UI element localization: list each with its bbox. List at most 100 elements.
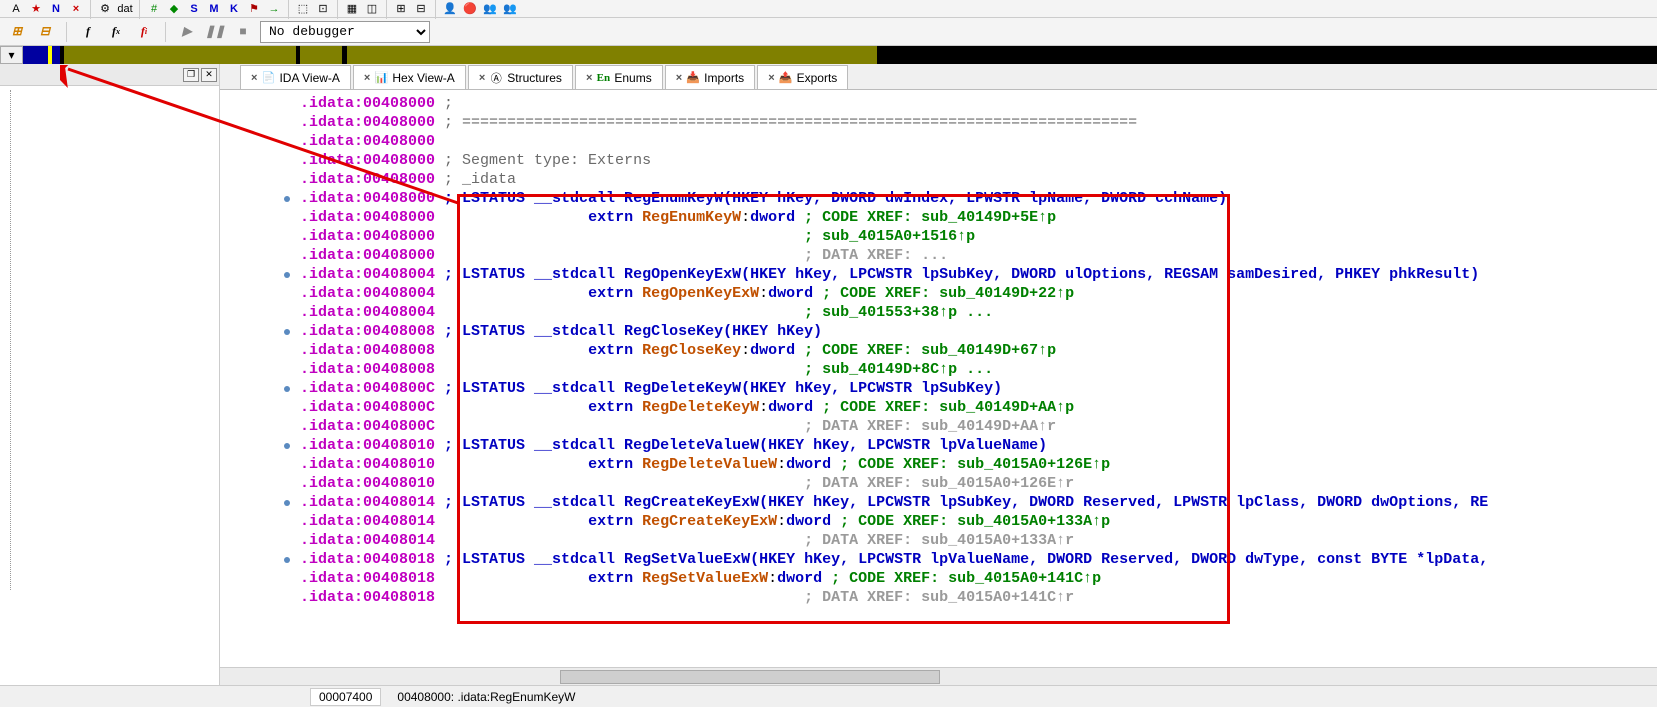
tab-imports[interactable]: ×📥Imports	[665, 65, 755, 89]
code-token: ; DATA XREF: ...	[804, 247, 948, 264]
code-line[interactable]: .idata:00408000 ; ======================…	[300, 113, 1657, 132]
code-line[interactable]: .idata:00408010 extrn RegDeleteValueW:dw…	[300, 455, 1657, 474]
code-token: dword	[768, 285, 813, 302]
tab-exports[interactable]: ×📤Exports	[757, 65, 848, 89]
tab-close-icon[interactable]: ×	[586, 72, 592, 84]
f-icon[interactable]: f	[77, 21, 99, 43]
fx-icon[interactable]: fx	[105, 21, 127, 43]
code-line[interactable]: .idata:00408008 extrn RegCloseKey:dword …	[300, 341, 1657, 360]
code-line[interactable]: .idata:00408018 ; DATA XREF: sub_4015A0+…	[300, 588, 1657, 607]
code-line[interactable]: .idata:00408008 ; sub_40149D+8C↑p ...	[300, 360, 1657, 379]
segment-address: .idata:00408000	[300, 228, 435, 245]
toolbar-icon[interactable]: 👥	[500, 0, 520, 18]
toolbar-icon[interactable]: #	[144, 0, 164, 18]
toolbar-icon[interactable]: ◆	[164, 0, 184, 18]
tab-hex-view-a[interactable]: ×📊Hex View-A	[353, 65, 466, 89]
xref-bullet-icon	[284, 386, 290, 392]
nav-segment[interactable]	[23, 46, 48, 64]
code-line[interactable]: .idata:00408010 ; DATA XREF: sub_4015A0+…	[300, 474, 1657, 493]
toolbar-icon[interactable]: ◫	[362, 0, 382, 18]
restore-icon[interactable]: ❐	[183, 68, 199, 82]
toolbar-icon[interactable]: dat	[115, 0, 135, 18]
toolbar-icon[interactable]: K	[224, 0, 244, 18]
tab-icon: 📥	[686, 71, 700, 85]
code-line[interactable]: .idata:00408000 ; LSTATUS __stdcall RegE…	[300, 189, 1657, 208]
code-line[interactable]: .idata:00408014 ; LSTATUS __stdcall RegC…	[300, 493, 1657, 512]
nav-dropdown-icon[interactable]: ▾	[0, 46, 23, 64]
tab-close-icon[interactable]: ×	[768, 72, 774, 84]
toolbar-icon[interactable]: A	[6, 0, 26, 18]
code-token: extrn	[588, 342, 642, 359]
code-line[interactable]: .idata:0040800C ; DATA XREF: sub_40149D+…	[300, 417, 1657, 436]
toolbar-icon[interactable]: ★	[26, 0, 46, 18]
horizontal-scrollbar[interactable]	[220, 667, 1657, 685]
toolbar-icon[interactable]: ⚙	[95, 0, 115, 18]
segment-address: .idata:00408004	[300, 266, 435, 283]
code-line[interactable]: .idata:00408000 extrn RegEnumKeyW:dword …	[300, 208, 1657, 227]
tab-label: Exports	[797, 71, 838, 85]
functions-tree[interactable]	[0, 86, 219, 685]
code-line[interactable]: .idata:00408018 ; LSTATUS __stdcall RegS…	[300, 550, 1657, 569]
tab-structures[interactable]: ×ⒶStructures	[468, 65, 573, 89]
toolbar-icon[interactable]: ⚑	[244, 0, 264, 18]
fi-icon[interactable]: fi	[133, 21, 155, 43]
segment-address: .idata:00408000	[300, 209, 435, 226]
code-line[interactable]: .idata:00408018 extrn RegSetValueExW:dwo…	[300, 569, 1657, 588]
tab-close-icon[interactable]: ×	[364, 72, 370, 84]
scrollbar-thumb[interactable]	[560, 670, 940, 684]
code-line[interactable]: .idata:00408000 ; _idata	[300, 170, 1657, 189]
toolbar-icon[interactable]: S	[184, 0, 204, 18]
nav-segment[interactable]	[347, 46, 877, 64]
code-line[interactable]: .idata:00408000 ; DATA XREF: ...	[300, 246, 1657, 265]
debugger-select[interactable]: No debugger	[260, 21, 430, 43]
code-line[interactable]: .idata:0040800C ; LSTATUS __stdcall RegD…	[300, 379, 1657, 398]
toolbar-icon[interactable]: M	[204, 0, 224, 18]
code-line[interactable]: .idata:00408008 ; LSTATUS __stdcall RegC…	[300, 322, 1657, 341]
code-token: ; _idata	[435, 171, 516, 188]
segment-address: .idata:00408018	[300, 589, 435, 606]
code-line[interactable]: .idata:00408000 ;	[300, 94, 1657, 113]
code-line[interactable]: .idata:00408000 ; Segment type: Externs	[300, 151, 1657, 170]
nav-segment[interactable]	[64, 46, 296, 64]
code-line[interactable]: .idata:00408004 ; sub_401553+38↑p ...	[300, 303, 1657, 322]
code-line[interactable]: .idata:0040800C extrn RegDeleteKeyW:dwor…	[300, 398, 1657, 417]
code-line[interactable]: .idata:00408004 ; LSTATUS __stdcall RegO…	[300, 265, 1657, 284]
xref-bullet-icon	[284, 329, 290, 335]
code-line[interactable]: .idata:00408004 extrn RegOpenKeyExW:dwor…	[300, 284, 1657, 303]
code-line[interactable]: .idata:00408000	[300, 132, 1657, 151]
toolbar-icon[interactable]: →	[264, 0, 284, 18]
tab-ida-view-a[interactable]: ×📄IDA View-A	[240, 65, 351, 89]
stop-icon[interactable]: ■	[232, 21, 254, 43]
code-token: :	[768, 570, 777, 587]
tab-close-icon[interactable]: ×	[479, 72, 485, 84]
toolbar-icon[interactable]: ⊟	[411, 0, 431, 18]
toolbar-icon[interactable]: ▦	[342, 0, 362, 18]
code-line[interactable]: .idata:00408014 ; DATA XREF: sub_4015A0+…	[300, 531, 1657, 550]
tab-close-icon[interactable]: ×	[676, 72, 682, 84]
close-icon[interactable]: ✕	[201, 68, 217, 82]
separator	[386, 0, 387, 19]
window-icon[interactable]: ⊞	[6, 21, 28, 43]
tab-close-icon[interactable]: ×	[251, 72, 257, 84]
toolbar-icon[interactable]: 👤	[440, 0, 460, 18]
play-icon[interactable]: ▶	[176, 21, 198, 43]
nav-segment[interactable]	[300, 46, 342, 64]
disassembly-view[interactable]: .idata:00408000 ;.idata:00408000 ; =====…	[220, 90, 1657, 667]
code-token: extrn	[588, 209, 642, 226]
toolbar-icon[interactable]: 👥	[480, 0, 500, 18]
nav-segment[interactable]	[52, 46, 60, 64]
tab-enums[interactable]: ×EnEnums	[575, 65, 663, 89]
code-line[interactable]: .idata:00408010 ; LSTATUS __stdcall RegD…	[300, 436, 1657, 455]
toolbar-icon[interactable]: ⬚	[293, 0, 313, 18]
pause-icon[interactable]: ❚❚	[204, 21, 226, 43]
window-icon[interactable]: ⊟	[34, 21, 56, 43]
toolbar-icon[interactable]: ×	[66, 0, 86, 18]
toolbar-icon[interactable]: ⊞	[391, 0, 411, 18]
nav-segment[interactable]	[877, 46, 1657, 64]
code-line[interactable]: .idata:00408014 extrn RegCreateKeyExW:dw…	[300, 512, 1657, 531]
code-line[interactable]: .idata:00408000 ; sub_4015A0+1516↑p	[300, 227, 1657, 246]
navigation-bar[interactable]: ▾	[0, 46, 1657, 64]
toolbar-icon[interactable]: 🔴	[460, 0, 480, 18]
toolbar-icon[interactable]: N	[46, 0, 66, 18]
toolbar-icon[interactable]: ⊡	[313, 0, 333, 18]
